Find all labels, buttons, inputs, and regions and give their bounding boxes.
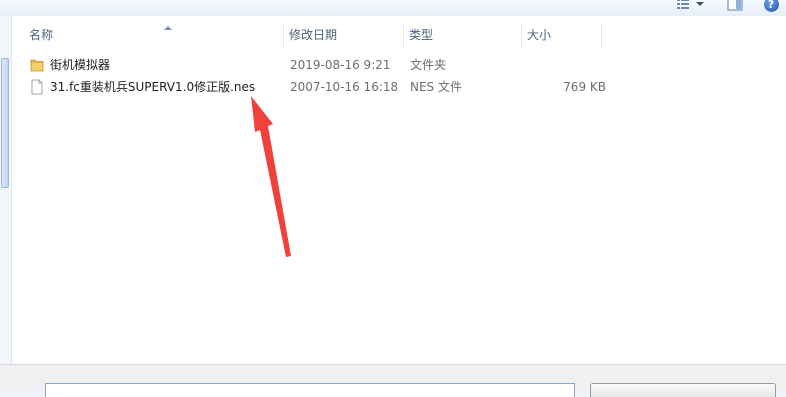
column-header-date-label: 修改日期 — [289, 28, 338, 42]
column-header-row: 名称 修改日期 类型 大小 — [12, 24, 786, 48]
column-header-name[interactable]: 名称 — [24, 24, 284, 48]
column-header-name-label: 名称 — [29, 28, 54, 42]
sort-ascending-icon — [164, 26, 172, 30]
file-type: NES 文件 — [410, 80, 462, 94]
file-icon — [31, 79, 43, 95]
column-header-type-label: 类型 — [409, 28, 434, 42]
file-date: 2019-08-16 9:21 — [290, 58, 391, 72]
navigation-scrollbar-thumb[interactable] — [1, 58, 9, 188]
open-button[interactable] — [590, 383, 776, 397]
view-list-icon — [677, 0, 704, 9]
change-view-button[interactable] — [670, 0, 710, 14]
chevron-down-icon — [696, 2, 704, 6]
preview-pane-icon — [727, 0, 743, 11]
file-size: 769 KB — [563, 80, 606, 94]
file-row-nes[interactable]: 31.fc重装机兵SUPERV1.0修正版.nes 2007-10-16 16:… — [24, 76, 614, 98]
column-header-date[interactable]: 修改日期 — [284, 24, 404, 48]
navigation-pane — [0, 16, 12, 364]
help-icon: ? — [763, 0, 779, 12]
column-header-size[interactable]: 大小 — [522, 24, 602, 48]
file-name: 31.fc重装机兵SUPERV1.0修正版.nes — [50, 80, 256, 94]
column-header-type[interactable]: 类型 — [404, 24, 522, 48]
file-list: 名称 修改日期 类型 大小 街机模拟器 2019-08-16 9:21 文件夹 … — [12, 16, 786, 364]
file-type: 文件夹 — [410, 58, 447, 72]
toolbar: ? — [0, 0, 786, 17]
preview-pane-button[interactable] — [724, 0, 746, 14]
navigation-scrollbar[interactable] — [1, 18, 9, 360]
folder-icon — [30, 59, 44, 72]
file-date: 2007-10-16 16:18 — [290, 80, 399, 94]
bottom-bar — [0, 364, 786, 397]
file-name-input[interactable] — [45, 383, 575, 397]
column-header-size-label: 大小 — [527, 28, 552, 42]
help-button[interactable]: ? — [760, 0, 782, 14]
file-name: 街机模拟器 — [50, 58, 111, 72]
file-row-folder[interactable]: 街机模拟器 2019-08-16 9:21 文件夹 — [24, 54, 614, 76]
